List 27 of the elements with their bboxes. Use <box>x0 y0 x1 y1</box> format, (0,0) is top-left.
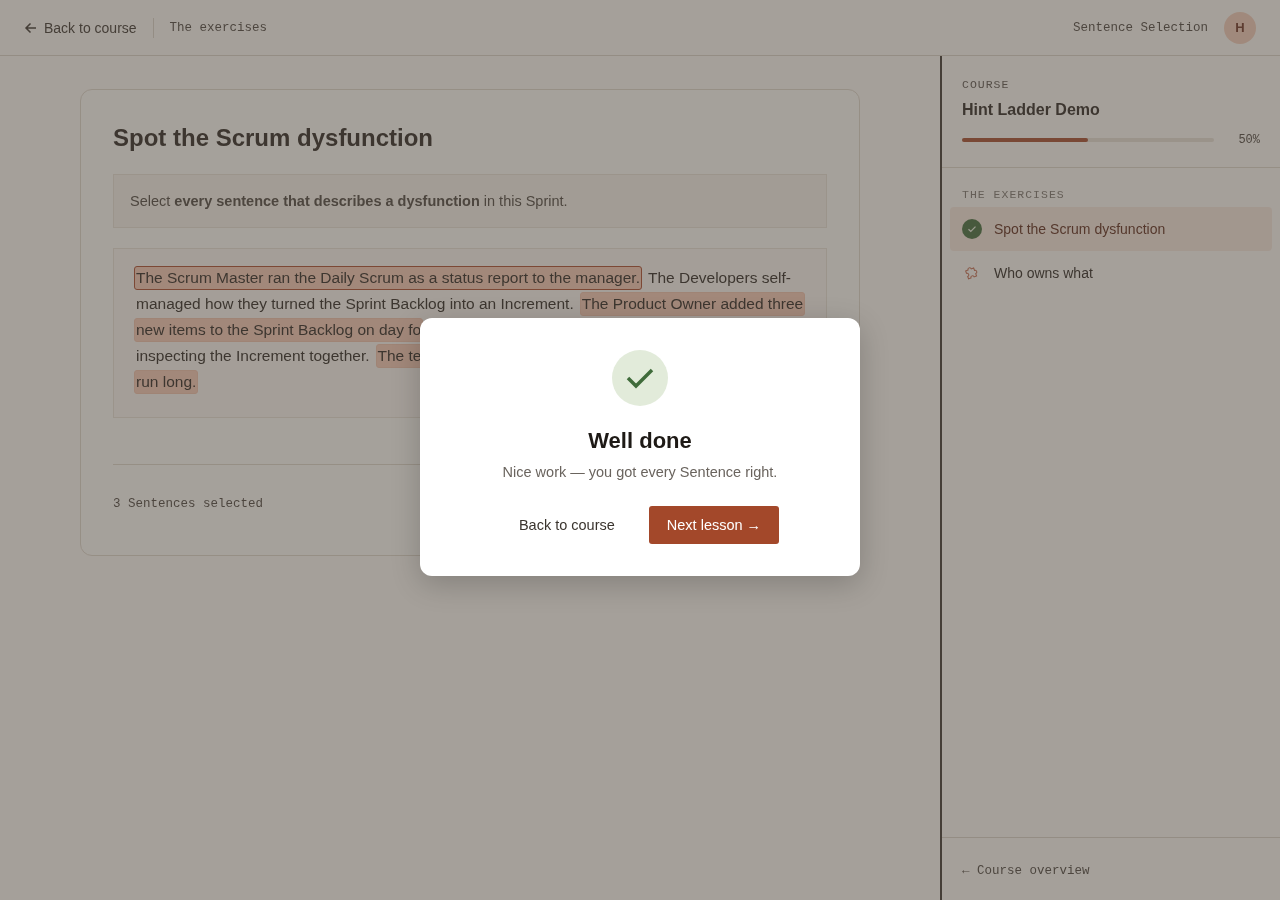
sentence[interactable]: The Developers self- <box>645 266 793 290</box>
back-arrow-icon <box>24 20 38 35</box>
sentence[interactable]: run long. <box>134 370 199 394</box>
sentence[interactable]: inspecting the Increment together. <box>134 344 372 368</box>
selection-count: 3 Sentences selected <box>113 497 264 511</box>
mode-label: Sentence Selection <box>1072 20 1208 35</box>
breadcrumb: The exercises <box>169 20 268 35</box>
exercise-title: Spot the Scrum dysfunction <box>113 124 434 152</box>
course-overview-link[interactable]: ← Course overview <box>962 864 1090 878</box>
exercise-item[interactable]: Who owns what <box>950 251 1272 295</box>
sentence[interactable]: new items to the Sprint Backlog on day fo <box>134 318 424 342</box>
back-to-course-link[interactable]: Back to course <box>24 19 137 36</box>
check-icon <box>612 350 668 406</box>
sentence[interactable]: managed how they turned the Sprint Backlog into an Increment. <box>134 292 576 316</box>
dialog-title: Well done <box>588 428 692 454</box>
instruction-text: Select every sentence that describes a dysfunction in this Sprint. <box>113 174 827 228</box>
user-avatar[interactable]: H <box>1224 11 1256 44</box>
section-label: THE EXERCISES <box>961 188 1066 203</box>
sentence[interactable]: The Product Owner added three <box>579 292 806 316</box>
back-to-course-button[interactable]: Back to course <box>500 506 633 544</box>
course-label: COURSE <box>962 78 1011 91</box>
exercise-item[interactable]: Spot the Scrum dysfunction <box>950 207 1272 251</box>
course-title: Hint Ladder Demo <box>962 101 1101 119</box>
sentence[interactable]: The Scrum Master ran the Daily Scrum as a status report to the manager. <box>134 266 642 290</box>
progress-percent: 50% <box>1238 133 1260 147</box>
next-lesson-button[interactable]: Next lesson → <box>648 506 780 544</box>
dialog-message: Nice work — you got every Sentence right. <box>502 464 778 480</box>
